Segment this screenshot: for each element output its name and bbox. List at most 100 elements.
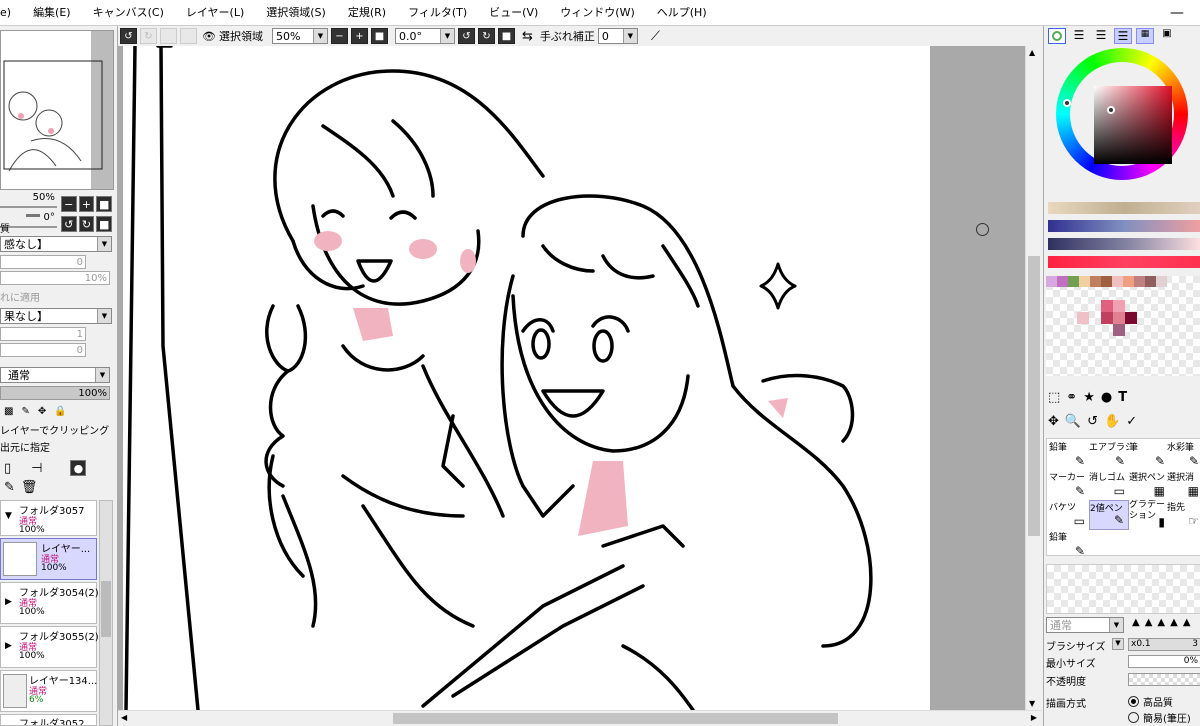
rotate-right-button[interactable]: ↻: [477, 28, 495, 44]
rect-select-icon[interactable]: ⬚: [1048, 390, 1060, 405]
tool-eraser[interactable]: 消しゴム ▭: [1089, 470, 1129, 500]
menu-selection[interactable]: 選択領域(S): [255, 0, 337, 26]
layers-scrollbar[interactable]: [99, 500, 113, 726]
lock-icon[interactable]: 🔒: [54, 406, 66, 417]
texture-combo[interactable]: 感なし】 ▼: [0, 236, 112, 252]
color-wheel[interactable]: [1056, 48, 1188, 180]
rotation-combo[interactable]: 0.0° ▼: [394, 28, 455, 44]
quality-easy-radio[interactable]: 簡易(筆圧): [1128, 710, 1191, 725]
menu-view[interactable]: ビュー(V): [478, 0, 549, 26]
layer-item[interactable]: ▶ フォルダ3054(2) 通常 100%: [0, 582, 99, 624]
move-icon[interactable]: ✥: [38, 406, 46, 417]
rotate-reset-button[interactable]: ■: [497, 28, 515, 44]
panel-divider[interactable]: [26, 214, 40, 217]
expand-icon[interactable]: ▼: [5, 511, 12, 521]
hand-icon[interactable]: ✋: [1104, 414, 1120, 429]
menu-canvas[interactable]: キャンバス(C): [82, 0, 175, 26]
min-size-slider[interactable]: 0%: [1128, 655, 1200, 668]
mixer-tab[interactable]: ☰: [1114, 28, 1132, 44]
eyedropper-icon[interactable]: ✓: [1126, 414, 1137, 429]
menu-file[interactable]: e): [0, 0, 22, 26]
sv-marker[interactable]: [1107, 106, 1115, 114]
zoom-plus-button[interactable]: +: [78, 196, 95, 212]
scroll-thumb[interactable]: [393, 713, 838, 724]
tool-bucket[interactable]: バケツ ▭: [1049, 500, 1089, 530]
eye-icon[interactable]: 👁: [202, 30, 216, 43]
scroll-right-icon[interactable]: ▶: [1031, 713, 1037, 722]
zoom-in-button[interactable]: +: [350, 28, 368, 44]
effect-strength-field[interactable]: 0: [0, 343, 86, 357]
texture-strength-field[interactable]: 10%: [0, 271, 110, 285]
menu-ruler[interactable]: 定規(R): [337, 0, 397, 26]
deselect-button[interactable]: [160, 28, 177, 44]
tool-pencil-2[interactable]: 鉛筆 ✎: [1049, 530, 1089, 560]
menu-filter[interactable]: フィルタ(T): [397, 0, 478, 26]
swatch-grid[interactable]: [1046, 276, 1200, 376]
vertical-scrollbar[interactable]: ▲ ▼: [1025, 46, 1042, 710]
invert-button[interactable]: [180, 28, 197, 44]
redo-button[interactable]: ↻: [140, 28, 157, 44]
new-folder-icon[interactable]: ⊣: [31, 461, 42, 476]
duplicate-layer-icon[interactable]: ✎: [4, 480, 15, 495]
layer-item[interactable]: ▼ フォルダ3057 通常 100%: [0, 500, 97, 536]
blend-mode-combo[interactable]: 通常 ▼: [0, 367, 110, 383]
pencil-icon[interactable]: ✎: [21, 406, 29, 417]
opacity-slider[interactable]: [1128, 673, 1200, 686]
effect-width-field[interactable]: 1: [0, 327, 86, 341]
shape-4-icon[interactable]: ▲: [1170, 617, 1178, 628]
zoom-icon[interactable]: 🔍: [1065, 414, 1081, 429]
source-row[interactable]: 出元に指定: [0, 439, 50, 454]
color-slider-1[interactable]: [1048, 202, 1200, 214]
shape-1-icon[interactable]: ▲: [1132, 617, 1140, 628]
tool-gradient[interactable]: グラデーション ▮: [1129, 500, 1169, 530]
text-icon[interactable]: T: [1118, 390, 1127, 405]
tool-watercolor[interactable]: 水彩筆 ✎: [1167, 440, 1200, 470]
canvas-area[interactable]: [118, 46, 1025, 710]
zoom-out-button[interactable]: −: [330, 28, 348, 44]
quality-high-radio[interactable]: 高品質: [1128, 694, 1173, 709]
zoom-reset-button[interactable]: ■: [96, 196, 112, 212]
hue-marker[interactable]: [1063, 99, 1071, 107]
navigator-thumbnail[interactable]: [0, 30, 114, 190]
drawing-canvas[interactable]: [123, 46, 930, 710]
layer-item[interactable]: レイヤー... 通常 100%: [0, 538, 97, 580]
shape-2-icon[interactable]: ▲: [1145, 617, 1153, 628]
scroll-down-icon[interactable]: ▼: [1029, 699, 1035, 708]
tool-marker[interactable]: マーカー ✎: [1049, 470, 1089, 500]
brush-blend-combo[interactable]: 通常 ▼: [1046, 617, 1124, 633]
tool-binary-pen[interactable]: 2値ペン ✎: [1089, 500, 1129, 530]
stabilizer-combo[interactable]: 0 ▼: [597, 28, 638, 44]
menu-window[interactable]: ウィンドウ(W): [549, 0, 645, 26]
color-wheel-tab[interactable]: [1048, 28, 1066, 44]
rotate-left-button[interactable]: ↺: [60, 216, 77, 232]
mask-button[interactable]: ●: [70, 460, 87, 476]
lasso-icon[interactable]: ⚭: [1066, 390, 1077, 405]
color-slider-4[interactable]: [1048, 256, 1200, 268]
rotate-left-button[interactable]: ↺: [457, 28, 475, 44]
expand-icon[interactable]: ▶: [5, 641, 12, 651]
tool-airbrush[interactable]: エアブラシ✎: [1089, 440, 1129, 470]
shape-icon[interactable]: ●: [1101, 390, 1112, 405]
swatch-tab[interactable]: ▦: [1136, 28, 1154, 44]
layer-item[interactable]: ▶ フォルダ3055(2) 通常 100%: [0, 626, 99, 668]
zoom-combo[interactable]: 50% ▼: [271, 28, 328, 44]
protect-icon[interactable]: ▩: [4, 406, 13, 417]
hsv-slider-tab[interactable]: ☰: [1092, 28, 1110, 44]
brush-size-slider[interactable]: x0.1 3: [1128, 638, 1200, 651]
scroll-up-icon[interactable]: ▲: [1029, 48, 1035, 57]
zoom-reset-button[interactable]: ■: [370, 28, 388, 44]
tool-select-erase[interactable]: 選択消 ▦: [1167, 470, 1200, 500]
tool-pencil[interactable]: 鉛筆 ✎: [1049, 440, 1089, 470]
rotate-reset-button[interactable]: ■: [96, 216, 112, 232]
magic-wand-icon[interactable]: ★: [1083, 390, 1095, 405]
minimize-icon[interactable]: —: [1154, 5, 1200, 21]
layer-item[interactable]: レイヤー134... 通常 6%: [0, 670, 97, 712]
color-slider-3[interactable]: [1048, 238, 1200, 250]
tool-finger[interactable]: 指先 ☞: [1167, 500, 1200, 530]
brush-size-dropdown[interactable]: ▼: [1112, 638, 1124, 650]
saturation-value-square[interactable]: [1094, 86, 1172, 164]
zoom-minus-button[interactable]: −: [60, 196, 77, 212]
undo-button[interactable]: ↺: [120, 28, 137, 44]
texture-scale-field[interactable]: 0: [0, 255, 86, 269]
scroll-thumb[interactable]: [1028, 256, 1040, 536]
